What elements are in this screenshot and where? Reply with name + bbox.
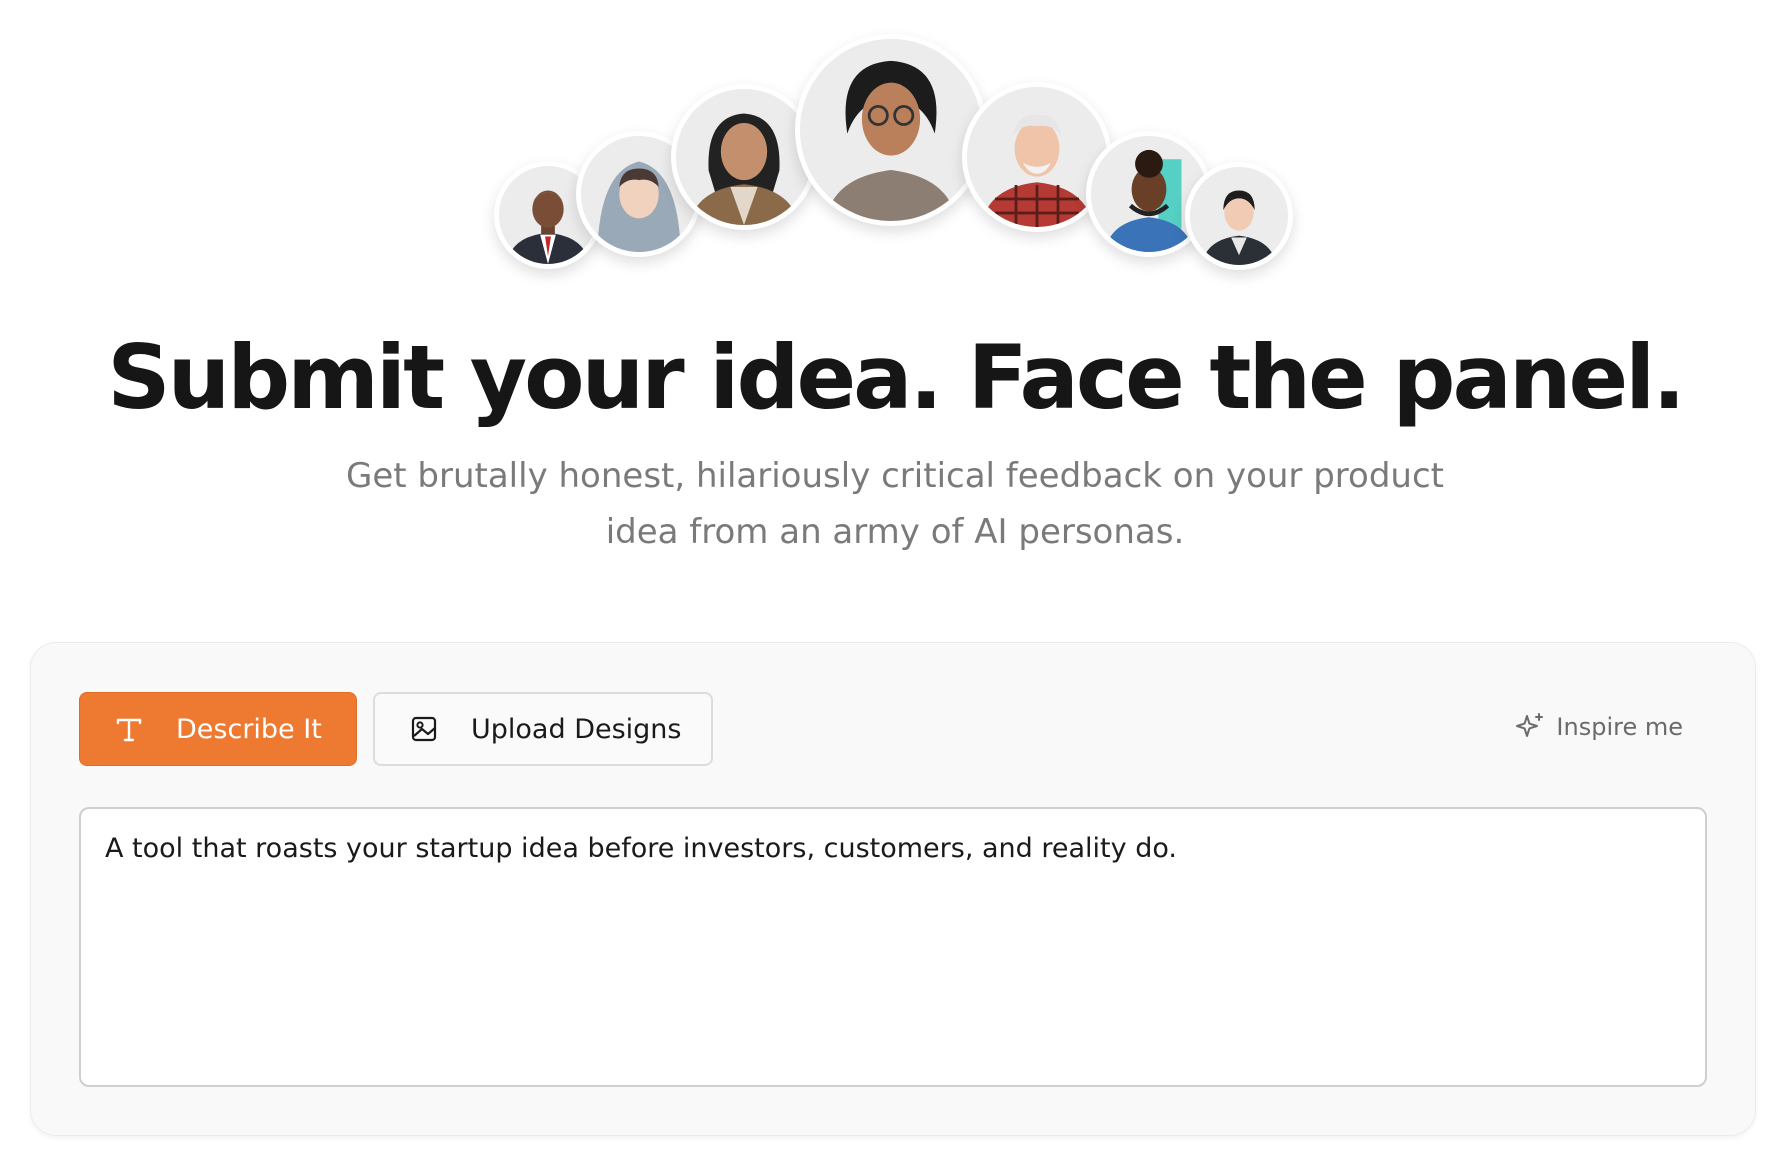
idea-input-card: Describe It Upload Designs Inspire me A … [30, 642, 1756, 1136]
inspire-me-button[interactable]: Inspire me [1514, 711, 1683, 743]
woman-glasses-avatar-icon [800, 39, 982, 221]
page-subtitle: Get brutally honest, hilariously critica… [320, 448, 1470, 560]
old-man-avatar-icon [967, 87, 1107, 227]
describe-it-label: Describe It [176, 713, 322, 745]
woman-cardigan-avatar-icon [676, 89, 812, 225]
avatar [1185, 162, 1293, 270]
avatar [671, 84, 817, 230]
describe-it-tab[interactable]: Describe It [79, 692, 357, 766]
subtitle-line-2: idea from an army of AI personas. [605, 512, 1185, 552]
sparkles-icon [1514, 711, 1546, 743]
upload-designs-tab[interactable]: Upload Designs [373, 692, 713, 766]
persona-avatar-row [0, 0, 1790, 280]
avatar [795, 34, 987, 226]
subtitle-line-1: Get brutally honest, hilariously critica… [346, 456, 1444, 496]
text-icon [112, 712, 146, 746]
idea-description-field[interactable]: A tool that roasts your startup idea bef… [79, 807, 1707, 1087]
upload-designs-label: Upload Designs [471, 713, 682, 745]
businesswoman-avatar-icon [1190, 167, 1288, 265]
image-icon [407, 712, 441, 746]
page-title: Submit your idea. Face the panel. [107, 326, 1686, 429]
inspire-me-label: Inspire me [1556, 713, 1683, 741]
